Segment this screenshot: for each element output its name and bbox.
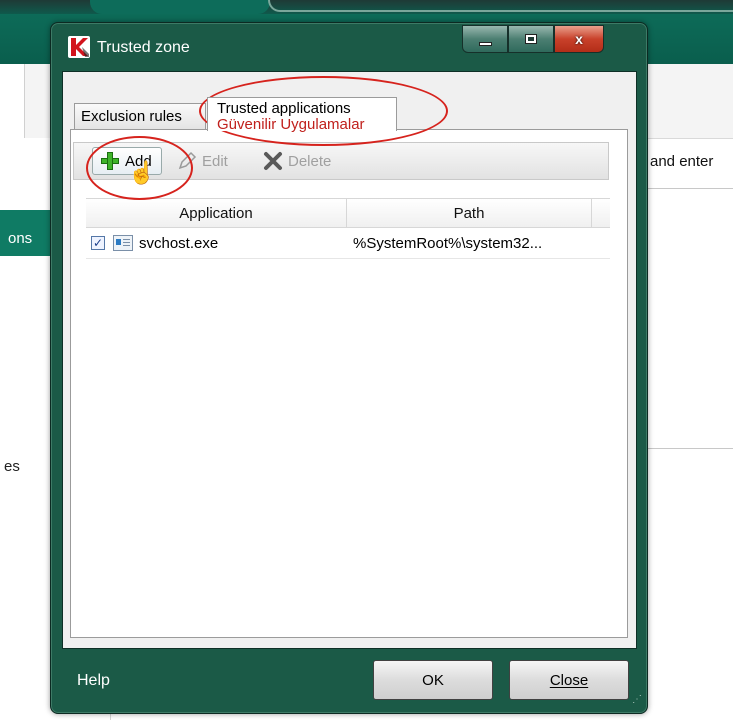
background-top-outline	[268, 0, 733, 12]
resize-grip-icon[interactable]: ⋰	[632, 694, 642, 705]
ok-button[interactable]: OK	[373, 660, 493, 700]
background-top-tab	[90, 0, 270, 14]
help-link[interactable]: Help	[77, 672, 110, 690]
dialog-footer: Help OK Close	[50, 646, 646, 712]
background-top-bar	[0, 0, 733, 14]
background-divider	[640, 188, 733, 189]
background-right-text: and enter	[650, 153, 714, 170]
tab-annotation-text: Güvenilir Uygulamalar	[217, 116, 365, 133]
background-sidebar-active-label: ons	[8, 230, 33, 247]
background-tile	[0, 64, 25, 138]
background-sidebar-item[interactable]: es	[4, 458, 20, 475]
close-button[interactable]: Close	[509, 660, 629, 700]
background-divider	[640, 448, 733, 449]
tab-trusted-applications[interactable]: Trusted applications Güvenilir Uygulamal…	[207, 97, 397, 133]
close-button-label: Close	[549, 671, 589, 689]
tab-trusted-applications-label: Trusted applications	[217, 100, 351, 117]
